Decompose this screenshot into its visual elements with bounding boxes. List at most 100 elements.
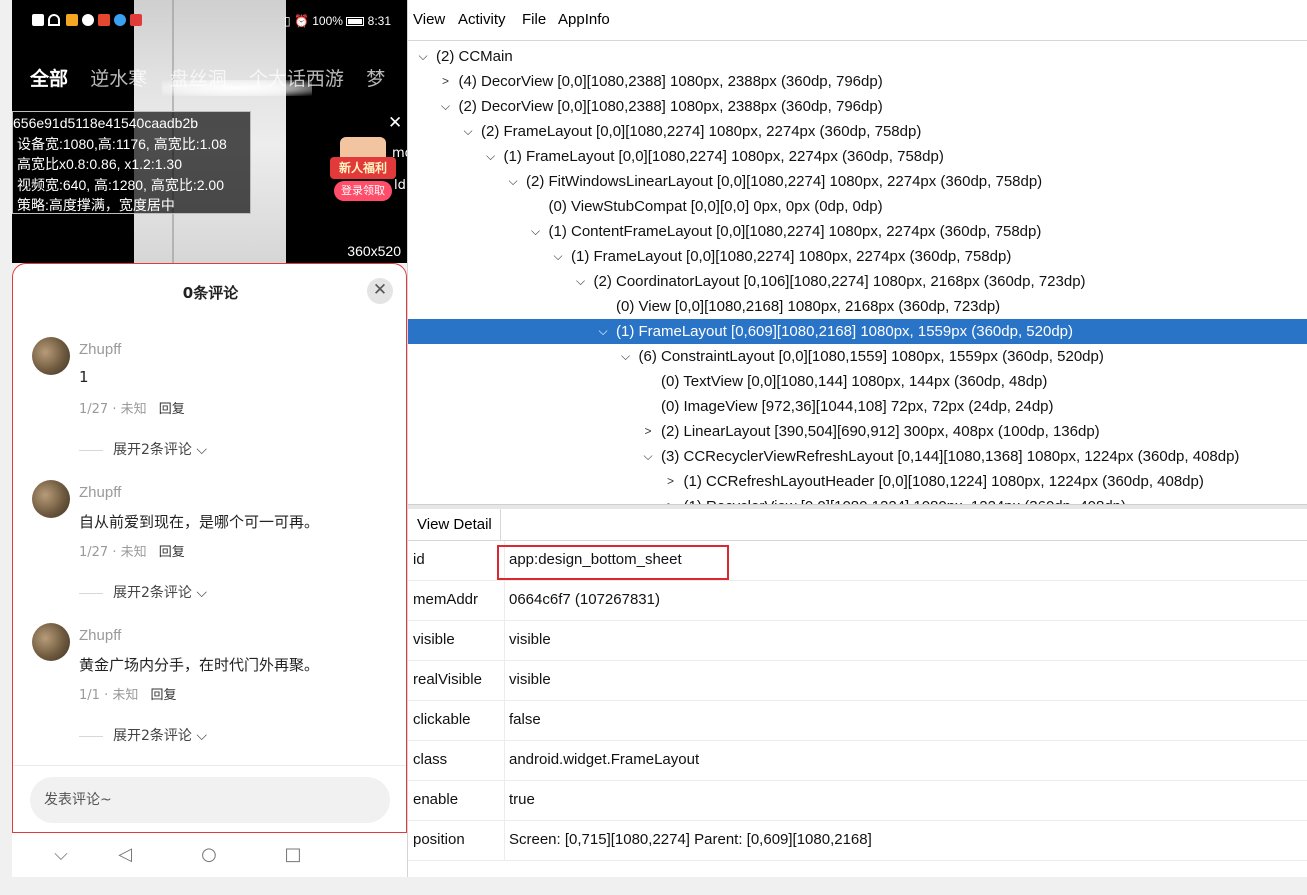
chevron-right-icon[interactable]: > — [641, 419, 655, 444]
detail-value[interactable]: visible — [509, 631, 551, 648]
view-tree[interactable]: ⌵ (2) CCMain > (4) DecorView [0,0][1080,238… — [408, 42, 1307, 504]
expand-replies-button[interactable]: 展开2条评论 ⌵ — [79, 582, 207, 602]
chevron-down-icon[interactable]: ⌵ — [574, 269, 588, 294]
status-bar: ▯ ⏰ 100% 8:31 — [12, 8, 407, 34]
chevron-down-icon[interactable]: ⌵ — [439, 94, 453, 119]
chevron-down-icon[interactable]: ⌵ — [596, 319, 610, 344]
channel-tab[interactable]: 盘丝洞 — [170, 64, 227, 91]
tree-row[interactable]: ⌵ (2) FitWindowsLinearLayout [0,0][1080,2… — [408, 169, 1307, 194]
expand-replies-button[interactable]: 展开2条评论 ⌵ — [79, 439, 207, 459]
comment-username[interactable]: Zhupff — [79, 484, 121, 501]
comment-input-box[interactable] — [30, 777, 390, 823]
channel-tab[interactable]: 逆水寒 — [90, 64, 147, 91]
tree-node-label: (0) ViewStubCompat [0,0][0,0] 0px, 0px (… — [548, 198, 883, 215]
menu-file[interactable]: File — [522, 11, 546, 28]
chevron-down-icon[interactable]: ⌵ — [484, 144, 498, 169]
detail-value[interactable]: Screen: [0,715][1080,2274] Parent: [0,60… — [509, 831, 872, 848]
tree-node-label: (1) CCRefreshLayoutHeader [0,0][1080,122… — [683, 473, 1204, 490]
comment-input[interactable] — [30, 777, 390, 823]
recents-square-icon[interactable]: □ — [281, 843, 305, 867]
tree-node-label: (2) FrameLayout [0,0][1080,2274] 1080px,… — [481, 123, 922, 140]
detail-value[interactable]: 0664c6f7 (107267831) — [509, 591, 660, 608]
expand-replies-label: 展开2条评论 — [113, 585, 192, 601]
detail-value[interactable]: visible — [509, 671, 551, 688]
back-triangle-icon[interactable]: ◁ — [113, 843, 137, 867]
reply-button[interactable]: 回复 — [159, 402, 185, 417]
tree-node-label: (1) ContentFrameLayout [0,0][1080,2274] … — [548, 223, 1042, 240]
comment-username[interactable]: Zhupff — [79, 341, 121, 358]
column-divider — [504, 741, 505, 781]
tree-row[interactable]: ⌵ (2) DecorView [0,0][1080,2388] 1080px, … — [408, 94, 1307, 119]
gift-login-button[interactable]: 登录领取 — [334, 181, 392, 201]
tree-row[interactable]: ⌵ (1) FrameLayout [0,0][1080,2274] 1080px… — [408, 244, 1307, 269]
comment-location: 未知 — [120, 402, 147, 417]
channel-tab-all[interactable]: 全部 — [30, 64, 68, 91]
tree-row[interactable]: > (1) CCRefreshLayoutHeader [0,0][1080,12… — [408, 469, 1307, 494]
tree-row[interactable]: ⌵ (1) ContentFrameLayout [0,0][1080,2274]… — [408, 219, 1307, 244]
side-text: ld — [394, 178, 406, 193]
comment-meta: 1/1 · 未知 回复 — [79, 684, 177, 703]
tree-row[interactable]: (0) TextView [0,0][1080,144] 1080px, 144… — [408, 369, 1307, 394]
tree-row[interactable]: ⌵ (2) FrameLayout [0,0][1080,2274] 1080px… — [408, 119, 1307, 144]
battery-percent: 100% — [312, 14, 343, 28]
detail-row: id app:design_bottom_sheet — [408, 541, 1307, 581]
reply-button[interactable]: 回复 — [151, 688, 177, 703]
chevron-down-icon[interactable]: ⌵ — [506, 169, 520, 194]
avatar[interactable] — [32, 623, 70, 661]
tree-row[interactable]: (0) ViewStubCompat [0,0][0,0] 0px, 0px (… — [408, 194, 1307, 219]
channel-tab[interactable]: 个大话西游 — [249, 64, 344, 91]
menu-appinfo[interactable]: AppInfo — [558, 11, 610, 28]
tree-row[interactable]: > (2) LinearLayout [390,504][690,912] 300… — [408, 419, 1307, 444]
tree-row[interactable]: ⌵ (3) CCRecyclerViewRefreshLayout [0,144]… — [408, 444, 1307, 469]
chevron-right-icon[interactable]: > — [664, 469, 678, 494]
reply-button[interactable]: 回复 — [159, 545, 185, 560]
tree-row[interactable]: ⌵ (1) FrameLayout [0,0][1080,2274] 1080px… — [408, 144, 1307, 169]
phone-screen: ▯ ⏰ 100% 8:31 全部 逆水寒 盘丝洞 个大话西游 梦 656e91d… — [12, 0, 407, 895]
tree-row[interactable]: > (4) DecorView [0,0][1080,2388] 1080px, … — [408, 69, 1307, 94]
chevron-down-icon[interactable]: ⌵ — [49, 843, 73, 867]
detail-value[interactable]: false — [509, 711, 541, 728]
chevron-down-icon[interactable]: ⌵ — [416, 44, 430, 69]
comment-username[interactable]: Zhupff — [79, 627, 121, 644]
detail-value[interactable]: true — [509, 791, 535, 808]
chevron-down-icon[interactable]: ⌵ — [641, 444, 655, 469]
tab-view-detail[interactable]: View Detail — [408, 509, 501, 541]
column-divider — [504, 621, 505, 661]
tree-row[interactable]: ⌵ (1) FrameLayout [0,609][1080,2168] 1080… — [408, 319, 1307, 344]
close-icon[interactable]: ✕ — [388, 113, 402, 133]
chevron-down-icon[interactable]: ⌵ — [461, 119, 475, 144]
chevron-down-icon[interactable]: ⌵ — [619, 344, 633, 369]
tree-row[interactable]: ⌵ (6) ConstraintLayout [0,0][1080,1559] 1… — [408, 344, 1307, 369]
debug-line: 高宽比x0.8:0.86, x1.2:1.30 — [17, 156, 182, 172]
tree-row[interactable]: (0) ImageView [972,36][1044,108] 72px, 7… — [408, 394, 1307, 419]
menu-view[interactable]: View — [413, 11, 445, 28]
tree-row[interactable]: ⌵ (2) CCMain — [408, 44, 1307, 69]
tree-node-label: (2) LinearLayout [390,504][690,912] 300p… — [661, 423, 1100, 440]
tree-row[interactable]: (0) View [0,0][1080,2168] 1080px, 2168px… — [408, 294, 1307, 319]
wifi-icon — [48, 14, 60, 26]
tree-node-label: (3) CCRecyclerViewRefreshLayout [0,144][… — [661, 448, 1240, 465]
chevron-right-icon[interactable]: > — [439, 69, 453, 94]
detail-value[interactable]: android.widget.FrameLayout — [509, 751, 699, 768]
tree-node-label: (1) RecyclerView [0,0][1080,1224] 1080px… — [684, 494, 1127, 504]
channel-tab[interactable]: 梦 — [366, 64, 385, 91]
chevron-right-icon[interactable]: > — [664, 494, 678, 504]
menu-activity[interactable]: Activity — [458, 11, 506, 28]
close-icon[interactable]: ✕ — [367, 278, 393, 304]
expand-replies-button[interactable]: 展开2条评论 ⌵ — [79, 725, 207, 745]
gift-box-icon — [340, 137, 386, 159]
chevron-down-icon[interactable]: ⌵ — [529, 219, 543, 244]
chevron-down-icon[interactable]: ⌵ — [551, 244, 565, 269]
avatar[interactable] — [32, 480, 70, 518]
view-inspector: View Activity File AppInfo ⌵ (2) CCMain > (… — [407, 0, 1307, 877]
tree-row[interactable]: > (1) RecyclerView [0,0][1080,1224] 1080p… — [408, 494, 1307, 504]
avatar[interactable] — [32, 337, 70, 375]
comment-text: 1 — [79, 368, 89, 386]
comment-bottom-sheet: 0条评论 ✕ Zhupff 1 1/27 · 未知 回复 展开2条评论 ⌵ Zh… — [12, 263, 407, 833]
home-circle-icon[interactable]: ○ — [197, 843, 221, 867]
tree-row[interactable]: ⌵ (2) CoordinatorLayout [0,106][1080,2274… — [408, 269, 1307, 294]
debug-line: 策略:高度撑满，宽度居中 — [17, 197, 175, 213]
tree-node-label: (4) DecorView [0,0][1080,2388] 1080px, 2… — [458, 73, 883, 90]
video-player[interactable]: ▯ ⏰ 100% 8:31 全部 逆水寒 盘丝洞 个大话西游 梦 656e91d… — [12, 0, 407, 263]
gift-banner[interactable]: 新人福利 登录领取 — [330, 137, 396, 203]
